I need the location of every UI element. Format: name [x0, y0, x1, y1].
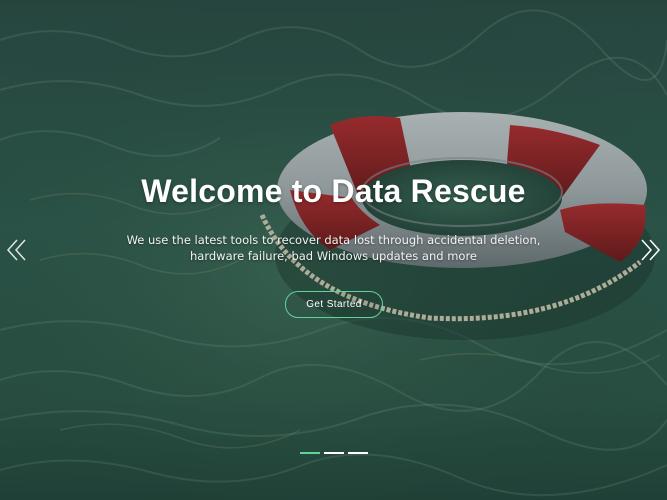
- carousel-dot-1[interactable]: [300, 452, 320, 454]
- hero-subtitle: We use the latest tools to recover data …: [126, 233, 541, 263]
- hero-section: Welcome to Data Rescue We use the latest…: [0, 0, 667, 500]
- get-started-button[interactable]: Get Started: [285, 291, 383, 318]
- carousel-prev-button[interactable]: [6, 238, 28, 262]
- carousel-dot-2[interactable]: [324, 452, 344, 454]
- carousel-indicators: [300, 452, 368, 456]
- chevron-double-right-icon: [641, 239, 661, 261]
- hero-title: Welcome to Data Rescue: [141, 173, 526, 209]
- carousel-dot-3[interactable]: [348, 452, 368, 454]
- carousel-next-button[interactable]: [639, 238, 661, 262]
- chevron-double-left-icon: [6, 239, 26, 261]
